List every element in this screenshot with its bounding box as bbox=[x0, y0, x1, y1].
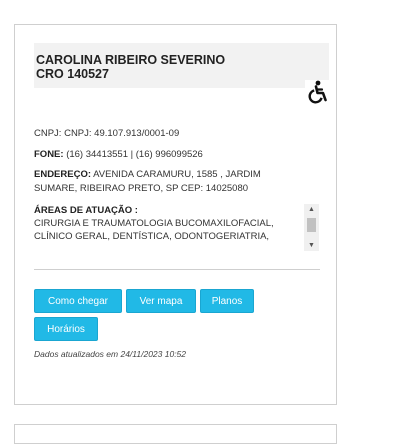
address-line1: ENDEREÇO: AVENIDA CARAMURU, 1585 , JARDI… bbox=[34, 168, 261, 182]
provider-cro: CRO 140527 bbox=[36, 67, 109, 81]
cnpj-text: CNPJ: CNPJ: 49.107.913/0001-09 bbox=[34, 128, 180, 139]
scroll-up-icon[interactable]: ▲ bbox=[304, 204, 319, 215]
areas-scroll-box[interactable]: ÁREAS DE ATUAÇÃO : CIRURGIA E TRAUMATOLO… bbox=[34, 204, 320, 250]
phone-value: (16) 34413551 | (16) 996099526 bbox=[66, 149, 203, 160]
provider-card: CAROLINA RIBEIRO SEVERINO CRO 140527 CNP… bbox=[14, 24, 337, 405]
areas-scrollbar[interactable]: ▲ ▼ bbox=[304, 204, 319, 251]
phone-line: FONE: (16) 34413551 | (16) 996099526 bbox=[34, 148, 203, 162]
address-label: ENDEREÇO: bbox=[34, 169, 92, 180]
scroll-down-icon[interactable]: ▼ bbox=[304, 240, 319, 251]
scroll-thumb[interactable] bbox=[307, 218, 316, 232]
divider bbox=[34, 269, 320, 270]
provider-header: CAROLINA RIBEIRO SEVERINO CRO 140527 bbox=[34, 43, 329, 88]
areas-title: ÁREAS DE ATUAÇÃO : bbox=[34, 205, 138, 216]
view-map-button[interactable]: Ver mapa bbox=[126, 289, 196, 313]
areas-text: CIRURGIA E TRAUMATOLOGIA BUCOMAXILOFACIA… bbox=[34, 218, 274, 242]
address-line2: SUMARE, RIBEIRAO PRETO, SP CEP: 14025080 bbox=[34, 183, 249, 194]
phone-label: FONE: bbox=[34, 149, 64, 160]
directions-button[interactable]: Como chegar bbox=[34, 289, 122, 313]
wheelchair-accessibility-icon bbox=[305, 80, 329, 104]
next-provider-card bbox=[14, 424, 337, 444]
hours-button[interactable]: Horários bbox=[34, 317, 98, 341]
provider-name: CAROLINA RIBEIRO SEVERINO bbox=[36, 53, 226, 67]
plans-button[interactable]: Planos bbox=[200, 289, 254, 313]
last-updated-text: Dados atualizados em 24/11/2023 10:52 bbox=[34, 349, 187, 359]
address-value-1: AVENIDA CARAMURU, 1585 , JARDIM bbox=[93, 169, 261, 180]
